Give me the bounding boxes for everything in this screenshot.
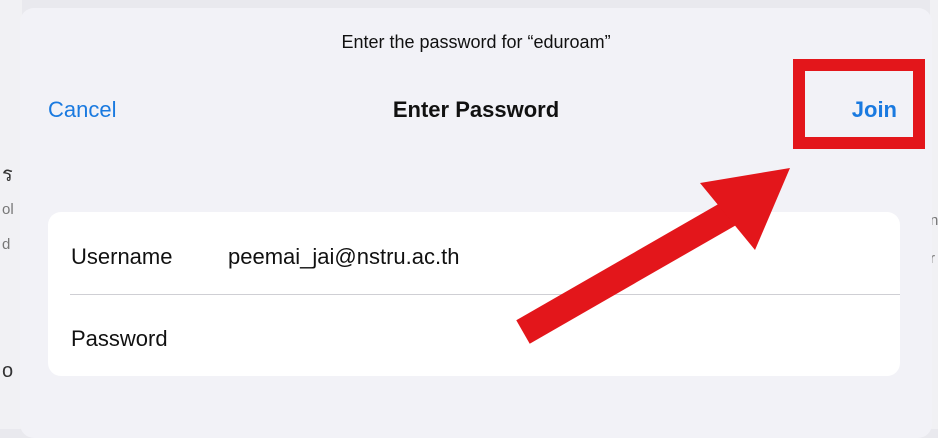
- arrow-shaft: [516, 201, 737, 344]
- red-arrow-icon: [516, 168, 790, 344]
